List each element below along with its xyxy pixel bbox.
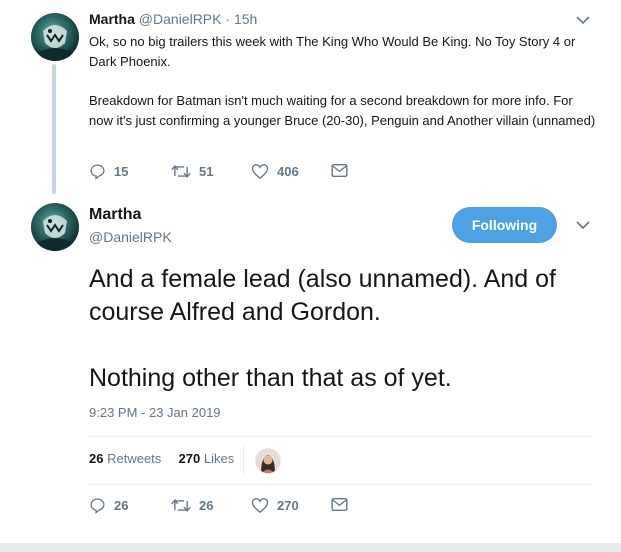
retweet-icon	[171, 499, 191, 512]
like-count: 406	[277, 164, 299, 179]
tweet-stats: 26 Retweets 270 Likes	[89, 451, 234, 466]
tweet-time[interactable]: 15h	[234, 11, 257, 27]
chevron-down-icon[interactable]	[576, 15, 590, 25]
retweet-button[interactable]: 26	[171, 497, 213, 514]
chevron-down-icon[interactable]	[576, 220, 590, 230]
author-name[interactable]: Martha	[89, 206, 141, 224]
like-count: 270	[277, 498, 299, 513]
author-handle[interactable]: @DanielRPK	[89, 229, 172, 245]
avatar[interactable]	[31, 203, 79, 251]
reply-icon	[90, 498, 105, 514]
tweet-text: And a female lead (also unnamed). And of…	[89, 263, 589, 395]
tweet-paragraph: Breakdown for Batman isn't much waiting …	[89, 93, 596, 128]
retweet-count: 26	[199, 498, 214, 513]
tweet-text: Ok, so no big trailers this week with Th…	[89, 32, 599, 131]
author-name[interactable]: Martha	[89, 11, 135, 27]
retweet-total: 26	[89, 451, 104, 466]
liker-avatar[interactable]	[255, 448, 281, 474]
direct-message-button[interactable]	[331, 163, 348, 178]
thread-connector-line	[52, 64, 56, 194]
avatar[interactable]	[31, 13, 79, 61]
tweet-actions: 15 51 406	[89, 163, 389, 183]
envelope-icon	[331, 164, 348, 177]
reply-button[interactable]: 26	[89, 497, 128, 514]
like-button[interactable]: 406	[251, 163, 299, 180]
tweet-paragraph: Ok, so no big trailers this week with Th…	[89, 34, 576, 69]
like-total: 270	[178, 451, 201, 466]
retweets-stat[interactable]: 26 Retweets	[89, 451, 161, 466]
page-bottom-edge	[0, 543, 621, 552]
tweet-actions: 26 26 270	[89, 497, 389, 517]
retweet-icon	[171, 165, 191, 178]
likes-stat[interactable]: 270 Likes	[179, 451, 235, 466]
retweets-label: Retweets	[107, 451, 162, 466]
envelope-icon	[331, 498, 348, 511]
retweet-count: 51	[199, 164, 214, 179]
separator-dot: ·	[225, 11, 231, 27]
reply-button[interactable]: 15	[89, 163, 128, 180]
tweet-paragraph: And a female lead (also unnamed). And of…	[89, 265, 556, 326]
following-button[interactable]: Following	[452, 207, 557, 243]
reply-count: 26	[114, 498, 129, 513]
author-handle[interactable]: @DanielRPK	[139, 11, 222, 27]
like-button[interactable]: 270	[251, 497, 299, 514]
tweet-paragraph: Nothing other than that as of yet.	[89, 364, 452, 392]
divider	[89, 436, 591, 437]
retweet-button[interactable]: 51	[171, 163, 213, 180]
reply-icon	[90, 164, 105, 180]
heart-icon	[251, 164, 269, 180]
likes-label: Likes	[203, 451, 235, 466]
reply-count: 15	[114, 164, 129, 179]
direct-message-button[interactable]	[331, 497, 348, 512]
divider	[89, 484, 591, 485]
divider	[243, 446, 244, 474]
tweet-timestamp[interactable]: 9:23 PM - 23 Jan 2019	[89, 405, 221, 420]
heart-icon	[251, 498, 269, 514]
tweet-header: Martha @DanielRPK · 15h	[89, 11, 257, 27]
